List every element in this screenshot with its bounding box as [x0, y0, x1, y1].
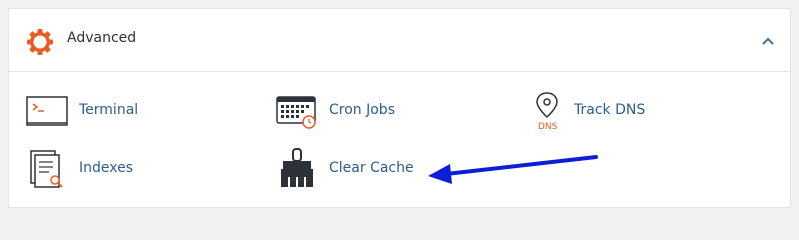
section-title: Advanced: [67, 30, 137, 46]
advanced-section-header[interactable]: Advanced: [9, 9, 790, 72]
brush-icon: [275, 147, 319, 191]
clear-cache-label: Clear Cache: [329, 160, 414, 176]
gear-icon: [25, 27, 55, 57]
terminal-icon: [25, 89, 69, 133]
annotation-arrow: [424, 154, 604, 194]
cron-jobs-icon: [275, 89, 319, 133]
dns-icon-text: DNS: [538, 122, 558, 132]
track-dns-icon: DNS: [525, 89, 569, 133]
advanced-panel: Advanced Terminal Cron Jobs DNS Track DN…: [8, 8, 791, 208]
track-dns-label: Track DNS: [574, 102, 646, 118]
indexes-label: Indexes: [79, 160, 134, 176]
terminal-label: Terminal: [79, 102, 139, 118]
indexes-icon: [25, 147, 69, 191]
cron-jobs-label: Cron Jobs: [329, 102, 395, 118]
chevron-up-icon[interactable]: [760, 33, 776, 47]
